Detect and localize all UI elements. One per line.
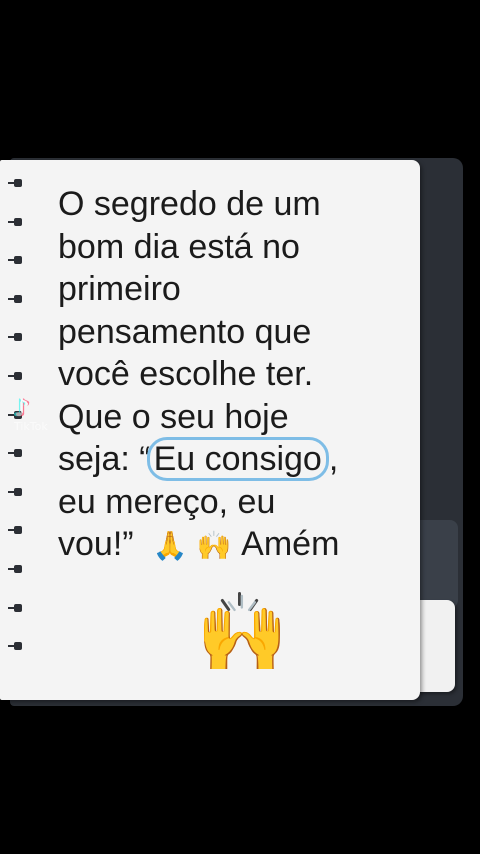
- spiral-hole: [8, 601, 22, 615]
- spiral-hole: [8, 253, 22, 267]
- spiral-hole: [8, 639, 22, 653]
- note-text: O segredo de um bom dia está no primeiro…: [58, 183, 398, 568]
- note-line: primeiro: [58, 270, 181, 308]
- note-line: O segredo de um: [58, 185, 321, 223]
- spiral-hole: [8, 446, 22, 460]
- tiktok-name: TikTok: [14, 420, 48, 433]
- raising-hands-big-icon: 🙌: [196, 594, 289, 676]
- note-line: eu mereço, eu: [58, 482, 276, 521]
- note-line: você escolhe ter.: [58, 355, 314, 393]
- note-line: pensamento que: [58, 312, 312, 351]
- note-text-segment: vou!”: [58, 525, 134, 563]
- note-line: bom dia está no: [58, 227, 300, 266]
- spiral-hole: [8, 330, 22, 344]
- spiral-hole: [8, 292, 22, 306]
- tiktok-logo-icon: ♪: [14, 394, 30, 422]
- praying-hands-icon: 🙏: [152, 530, 188, 561]
- raising-hands-icon: 🙌: [196, 530, 232, 561]
- note-line: Que o seu hoje: [58, 397, 289, 436]
- spiral-hole: [8, 369, 22, 383]
- video-frame: O segredo de um bom dia está no primeiro…: [0, 0, 480, 854]
- spiral-hole: [8, 562, 22, 576]
- spiral-hole: [8, 485, 22, 499]
- note-line: seja: “Eu consigo,: [58, 437, 398, 481]
- note-text-segment: ,: [328, 440, 339, 478]
- spiral-hole: [8, 215, 22, 229]
- tiktok-watermark: ♪ TikTok: [14, 394, 48, 433]
- note-line: vou!” 🙏 🙌 Amém: [58, 523, 398, 568]
- spiral-hole: [8, 523, 22, 537]
- highlighted-phrase: Eu consigo: [146, 437, 329, 481]
- binder-tab: [420, 520, 458, 608]
- amen-word: Amém: [241, 525, 340, 563]
- spiral-hole: [8, 176, 22, 190]
- note-text-segment: seja: “: [58, 440, 151, 478]
